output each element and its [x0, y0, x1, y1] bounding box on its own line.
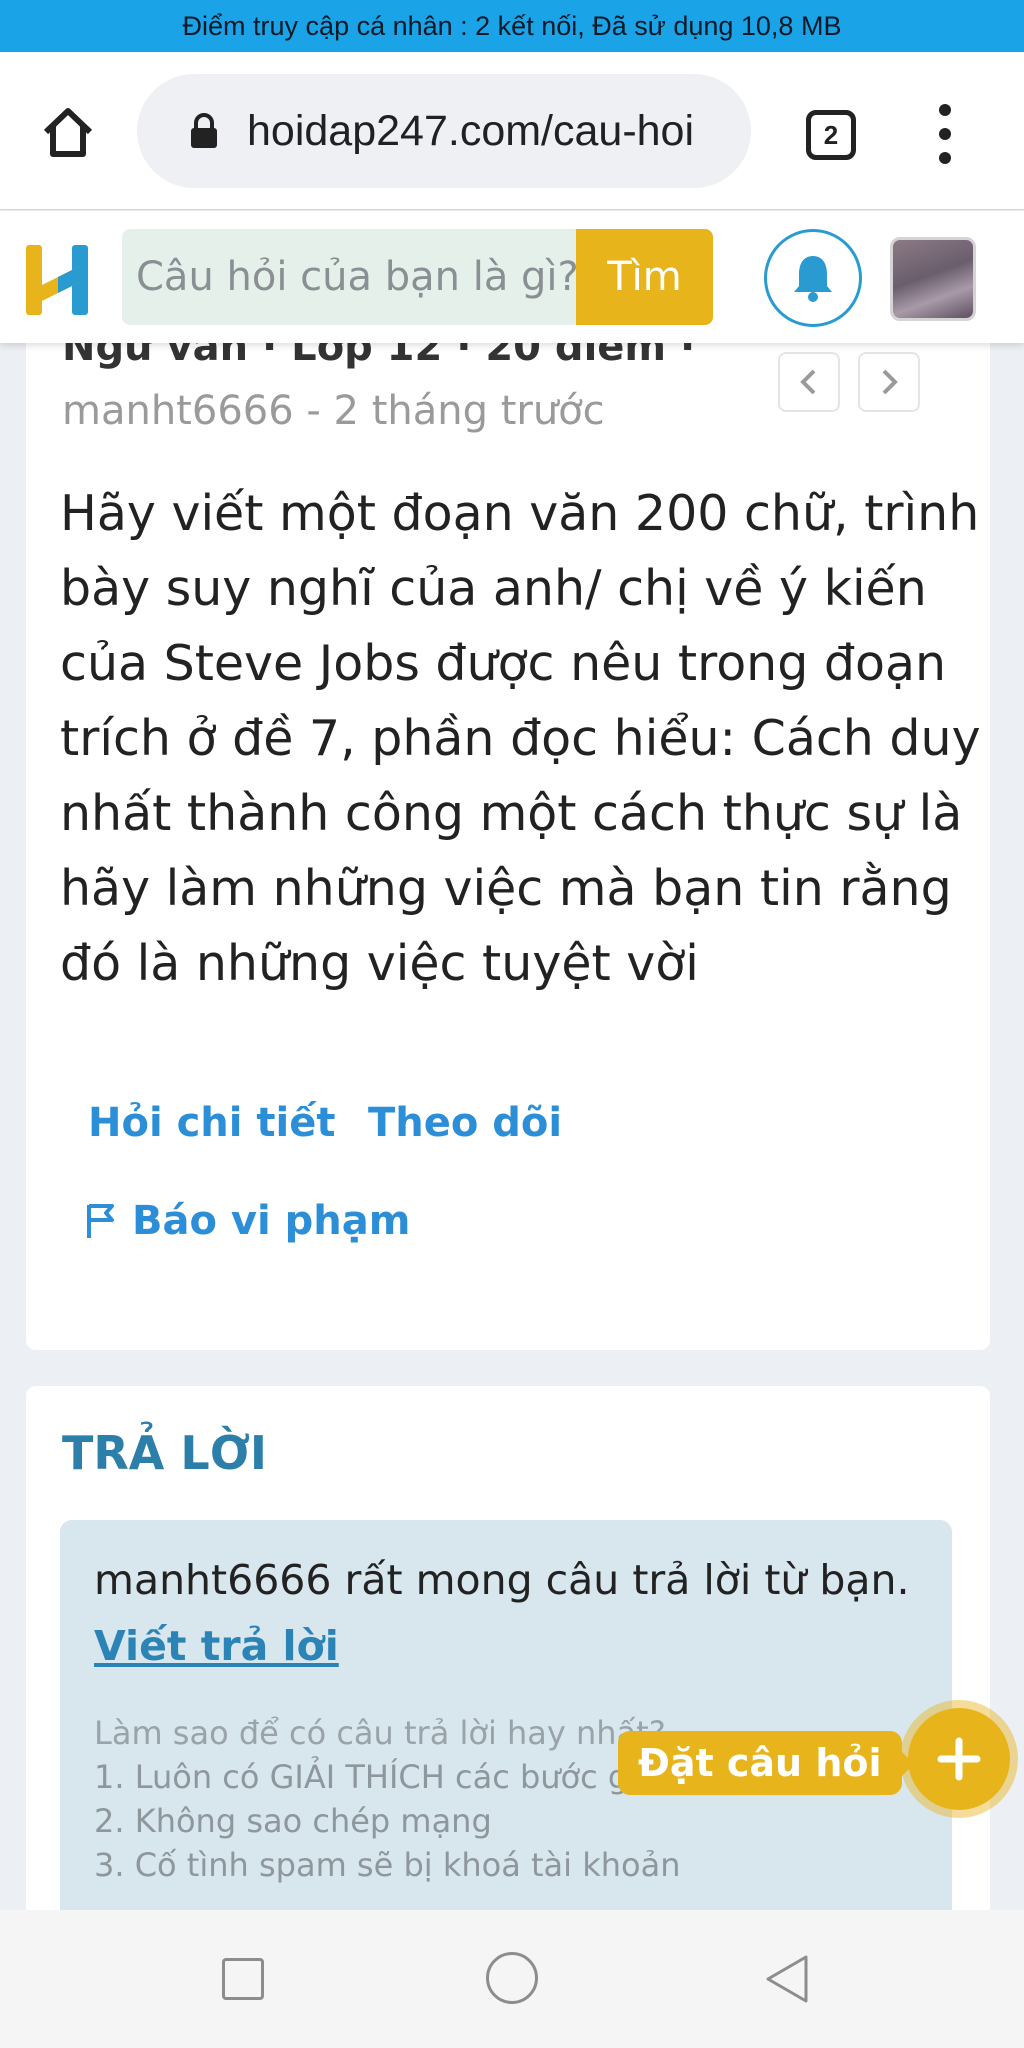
question-card: Ngữ văn · Lớp 12 · 20 điểm · manht6666 -…	[26, 300, 990, 1350]
flag-icon	[87, 1204, 114, 1238]
write-answer-link[interactable]: Viết trả lời	[94, 1622, 339, 1670]
notification-bell-icon[interactable]	[764, 229, 862, 327]
prev-question-button[interactable]	[778, 352, 840, 412]
ask-detail-link[interactable]: Hỏi chi tiết	[88, 1100, 336, 1146]
back-icon[interactable]	[762, 1952, 812, 2006]
site-header: Câu hỏi của bạn là gì? Tìm	[0, 211, 1024, 343]
address-bar[interactable]: hoidap247.com/cau-hoi	[137, 74, 751, 188]
tip-item: 3. Cố tình spam sẽ bị khoá tài khoản	[94, 1846, 681, 1884]
question-search-input[interactable]: Câu hỏi của bạn là gì?	[122, 229, 578, 325]
lock-icon	[189, 113, 219, 149]
next-question-button[interactable]	[858, 352, 920, 412]
answers-title: TRẢ LỜI	[62, 1426, 268, 1480]
home-nav-icon[interactable]	[486, 1952, 538, 2004]
hotspot-status-banner: Điểm truy cập cá nhân : 2 kết nối, Đã sử…	[0, 0, 1024, 52]
tip-item: 1. Luôn có GIẢI THÍCH các bước giải	[94, 1758, 666, 1796]
recent-apps-icon[interactable]	[222, 1958, 264, 2000]
question-text: Hãy viết một đoạn văn 200 chữ, trình bày…	[60, 485, 981, 992]
answer-prompt-text: manht6666 rất mong câu trả lời từ bạn.	[94, 1556, 910, 1604]
tips-title: Làm sao để có câu trả lời hay nhất?	[94, 1714, 666, 1752]
tab-count: 2	[823, 119, 839, 150]
more-menu-icon[interactable]	[930, 104, 960, 164]
ask-question-button[interactable]	[908, 1708, 1010, 1810]
follow-link[interactable]: Theo dõi	[368, 1100, 562, 1146]
search-button[interactable]: Tìm	[576, 229, 713, 325]
browser-toolbar: hoidap247.com/cau-hoi 2	[0, 52, 1024, 210]
plus-icon	[937, 1737, 981, 1781]
system-navigation-bar	[0, 1910, 1024, 2048]
report-link[interactable]: Báo vi phạm	[84, 1198, 410, 1244]
tab-switcher-button[interactable]: 2	[806, 110, 856, 160]
url-text[interactable]: hoidap247.com/cau-hoi	[247, 107, 717, 156]
hotspot-status-text: Điểm truy cập cá nhân : 2 kết nối, Đã sử…	[182, 10, 842, 41]
tip-item: 2. Không sao chép mạng	[94, 1802, 492, 1840]
user-avatar[interactable]	[890, 237, 976, 321]
hoidap247-logo[interactable]	[24, 241, 92, 317]
ask-question-label[interactable]: Đặt câu hỏi	[618, 1731, 902, 1795]
question-author-line: manht6666 - 2 tháng trước	[62, 388, 605, 434]
home-icon[interactable]	[38, 102, 98, 162]
report-label: Báo vi phạm	[132, 1198, 411, 1244]
